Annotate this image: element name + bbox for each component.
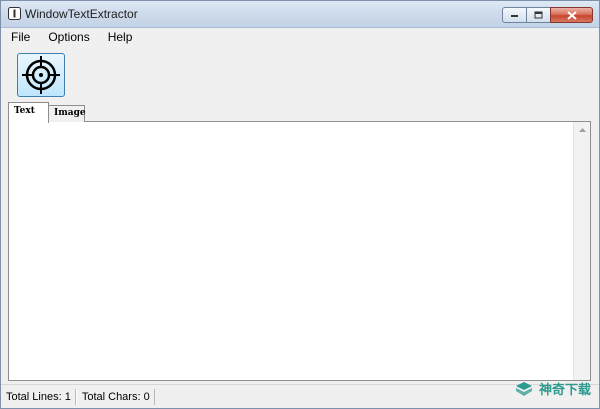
scroll-up-arrow-icon: [578, 128, 586, 132]
crosshair-target-icon: [22, 56, 60, 94]
app-window: WindowTextExtractor File Options Help Te…: [0, 0, 600, 409]
close-button[interactable]: [550, 7, 593, 23]
vertical-scrollbar[interactable]: [573, 122, 590, 380]
tab-image[interactable]: Image: [48, 105, 86, 122]
app-icon: [8, 7, 21, 20]
menu-help[interactable]: Help: [99, 28, 142, 47]
close-icon: [566, 10, 577, 20]
title-bar[interactable]: WindowTextExtractor: [1, 1, 599, 28]
status-bar: Total Lines: 1 Total Chars: 0: [1, 384, 599, 408]
window-title: WindowTextExtractor: [25, 7, 138, 21]
status-total-lines: Total Lines: 1: [1, 389, 76, 405]
menu-bar: File Options Help: [1, 28, 599, 47]
scroll-up-button[interactable]: [574, 122, 590, 138]
minimize-button[interactable]: [502, 7, 527, 23]
watermark-logo-icon: [515, 381, 532, 396]
maximize-button[interactable]: [526, 7, 551, 23]
minimize-icon: [511, 15, 518, 17]
maximize-icon: [534, 11, 543, 19]
watermark-text: 神奇下载: [538, 382, 591, 397]
menu-file[interactable]: File: [1, 28, 39, 47]
extracted-text-area[interactable]: [8, 121, 591, 381]
window-controls: [502, 7, 593, 23]
target-capture-button[interactable]: [17, 53, 65, 97]
watermark: 神奇下载: [515, 379, 591, 398]
tab-text[interactable]: Text: [8, 102, 49, 123]
menu-options[interactable]: Options: [39, 28, 98, 47]
status-total-chars: Total Chars: 0: [75, 389, 155, 405]
